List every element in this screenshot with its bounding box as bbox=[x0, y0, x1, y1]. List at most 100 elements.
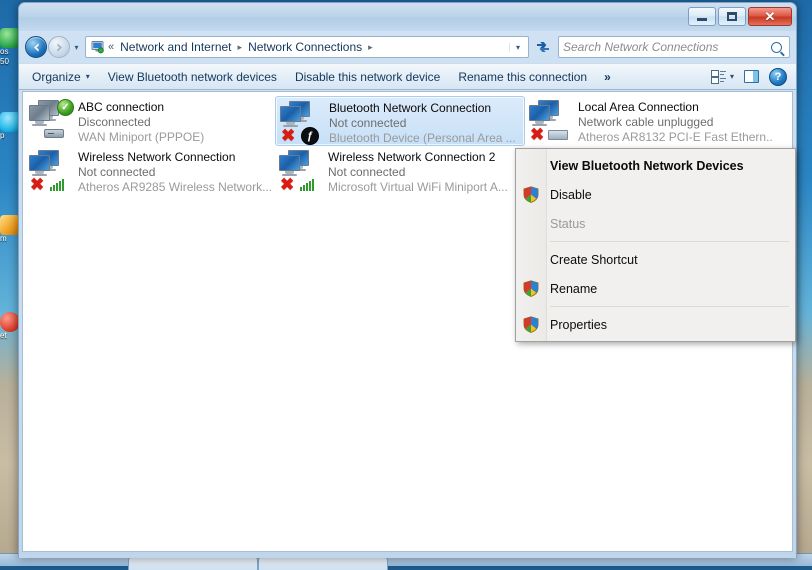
close-icon: ✕ bbox=[764, 9, 776, 24]
green-check-icon: ✓ bbox=[57, 99, 74, 116]
connection-name: Wireless Network Connection 2 bbox=[328, 150, 496, 164]
connection-name: Bluetooth Network Connection bbox=[329, 101, 492, 115]
connection-item-local-area-connection[interactable]: ✖ Local Area Connection Network cable un… bbox=[525, 96, 775, 146]
red-x-icon: ✖ bbox=[280, 175, 295, 194]
window-controls: ✕ bbox=[688, 7, 792, 26]
signal-bars-icon bbox=[50, 179, 64, 191]
organize-button[interactable]: Organize ▾ bbox=[23, 65, 99, 88]
computer-network-icon: ✖ bbox=[528, 98, 576, 144]
connection-status: Network cable unplugged bbox=[578, 115, 714, 129]
chevron-down-icon: ▾ bbox=[85, 72, 90, 81]
connection-item-abc-connection[interactable]: ✓ ABC connection Disconnected WAN Minipo… bbox=[25, 96, 275, 146]
connection-device: Atheros AR8132 PCI-E Fast Ethern... bbox=[578, 130, 772, 144]
cable-unplugged-icon bbox=[548, 130, 568, 140]
connection-device: Bluetooth Device (Personal Area ... bbox=[329, 131, 516, 145]
context-menu-item-properties[interactable]: Properties bbox=[516, 310, 795, 339]
connection-device: WAN Miniport (PPPOE) bbox=[78, 130, 205, 144]
connection-text: ABC connection Disconnected WAN Miniport… bbox=[76, 98, 204, 145]
view-options-icon bbox=[710, 70, 726, 84]
refresh-button[interactable] bbox=[531, 36, 555, 58]
context-menu-label: Create Shortcut bbox=[550, 252, 638, 267]
computer-disconnected-icon: ✓ bbox=[28, 98, 76, 144]
help-button[interactable]: ? bbox=[764, 65, 792, 88]
rename-connection-label: Rename this connection bbox=[458, 69, 588, 84]
address-row: ▾ « Network and Internet ▸ Network Conne… bbox=[19, 31, 796, 63]
context-menu-separator bbox=[550, 306, 789, 307]
preview-pane-button[interactable] bbox=[739, 65, 764, 88]
search-input[interactable]: Search Network Connections bbox=[558, 36, 790, 58]
connection-device: Atheros AR9285 Wireless Network... bbox=[78, 180, 272, 194]
minimize-button[interactable] bbox=[688, 7, 716, 26]
bluetooth-icon: ƒ bbox=[301, 127, 319, 145]
connection-text: Wireless Network Connection 2 Not connec… bbox=[326, 148, 508, 195]
context-menu[interactable]: View Bluetooth Network Devices Disable S… bbox=[515, 148, 796, 342]
connection-status: Not connected bbox=[78, 165, 156, 179]
connection-text: Bluetooth Network Connection Not connect… bbox=[327, 99, 516, 146]
taskbar-button[interactable] bbox=[128, 557, 258, 570]
maximize-button[interactable] bbox=[718, 7, 746, 26]
connection-item-wireless-network-connection-2[interactable]: ✖ Wireless Network Connection 2 Not conn… bbox=[275, 146, 525, 196]
red-x-icon: ✖ bbox=[281, 126, 296, 145]
connection-status: Not connected bbox=[329, 116, 407, 130]
preview-pane-icon bbox=[744, 70, 759, 83]
context-menu-item-status: Status bbox=[516, 209, 795, 238]
search-placeholder: Search Network Connections bbox=[563, 40, 719, 54]
breadcrumb-overflow-icon[interactable]: « bbox=[108, 41, 114, 53]
context-menu-label: Status bbox=[550, 216, 586, 231]
computer-network-icon: ✖ bbox=[28, 148, 76, 194]
chevron-down-icon: ▾ bbox=[729, 72, 734, 81]
breadcrumb[interactable]: « Network and Internet ▸ Network Connect… bbox=[85, 36, 529, 58]
disable-device-button[interactable]: Disable this network device bbox=[286, 65, 449, 88]
forward-button[interactable] bbox=[48, 36, 70, 58]
breadcrumb-arrow-icon[interactable]: ▸ bbox=[234, 42, 247, 53]
rename-connection-button[interactable]: Rename this connection bbox=[449, 65, 596, 88]
computer-network-icon: ✖ bbox=[278, 148, 326, 194]
red-x-icon: ✖ bbox=[530, 125, 545, 144]
breadcrumb-segment-network-connections[interactable]: Network Connections bbox=[246, 39, 364, 55]
change-view-button[interactable]: ▾ bbox=[706, 65, 739, 88]
context-menu-label: Disable bbox=[550, 187, 592, 202]
connection-status: Not connected bbox=[328, 165, 406, 179]
connection-name: ABC connection bbox=[78, 100, 165, 114]
uac-shield-icon bbox=[523, 280, 539, 297]
connection-item-wireless-network-connection[interactable]: ✖ Wireless Network Connection Not connec… bbox=[25, 146, 275, 196]
context-menu-label: View Bluetooth Network Devices bbox=[550, 158, 744, 173]
signal-bars-icon bbox=[300, 179, 314, 191]
toolbar: Organize ▾ View Bluetooth network device… bbox=[19, 63, 796, 90]
address-dropdown-icon[interactable]: ▾ bbox=[508, 42, 526, 52]
taskbar-button[interactable] bbox=[258, 557, 388, 570]
close-button[interactable]: ✕ bbox=[748, 7, 792, 26]
desktop-icon-image bbox=[0, 215, 20, 235]
uac-shield-icon bbox=[523, 186, 539, 203]
network-folder-icon bbox=[88, 39, 106, 55]
context-menu-item-rename[interactable]: Rename bbox=[516, 274, 795, 303]
toolbar-overflow-button[interactable]: » bbox=[596, 70, 619, 84]
connection-item-bluetooth-network-connection[interactable]: ✖ ƒ Bluetooth Network Connection Not con… bbox=[275, 96, 525, 146]
context-menu-item-disable[interactable]: Disable bbox=[516, 180, 795, 209]
uac-shield-icon bbox=[523, 316, 539, 333]
history-dropdown-icon[interactable]: ▾ bbox=[70, 43, 83, 52]
view-bluetooth-devices-button[interactable]: View Bluetooth network devices bbox=[99, 65, 286, 88]
context-menu-item-view-bluetooth-network-devices[interactable]: View Bluetooth Network Devices bbox=[516, 151, 795, 180]
context-menu-separator bbox=[550, 241, 789, 242]
desktop-icon-image bbox=[0, 112, 20, 132]
back-button[interactable] bbox=[25, 36, 47, 58]
title-bar[interactable]: ✕ bbox=[19, 3, 796, 31]
context-menu-label: Rename bbox=[550, 281, 598, 296]
help-icon: ? bbox=[769, 67, 787, 86]
search-icon[interactable] bbox=[771, 41, 782, 53]
organize-label: Organize bbox=[32, 69, 81, 84]
connection-name: Wireless Network Connection bbox=[78, 150, 236, 164]
red-x-icon: ✖ bbox=[30, 175, 45, 194]
disable-device-label: Disable this network device bbox=[294, 69, 441, 84]
breadcrumb-segment-network-and-internet[interactable]: Network and Internet bbox=[118, 39, 233, 55]
connection-status: Disconnected bbox=[78, 115, 151, 129]
desktop-icon-image bbox=[0, 312, 20, 332]
context-menu-item-create-shortcut[interactable]: Create Shortcut bbox=[516, 245, 795, 274]
breadcrumb-arrow-icon[interactable]: ▸ bbox=[364, 42, 377, 53]
connection-device: Microsoft Virtual WiFi Miniport A... bbox=[328, 180, 508, 194]
desktop-icon-image bbox=[0, 28, 20, 48]
connection-text: Local Area Connection Network cable unpl… bbox=[576, 98, 772, 145]
modem-icon bbox=[44, 129, 64, 138]
context-menu-label: Properties bbox=[550, 317, 607, 332]
